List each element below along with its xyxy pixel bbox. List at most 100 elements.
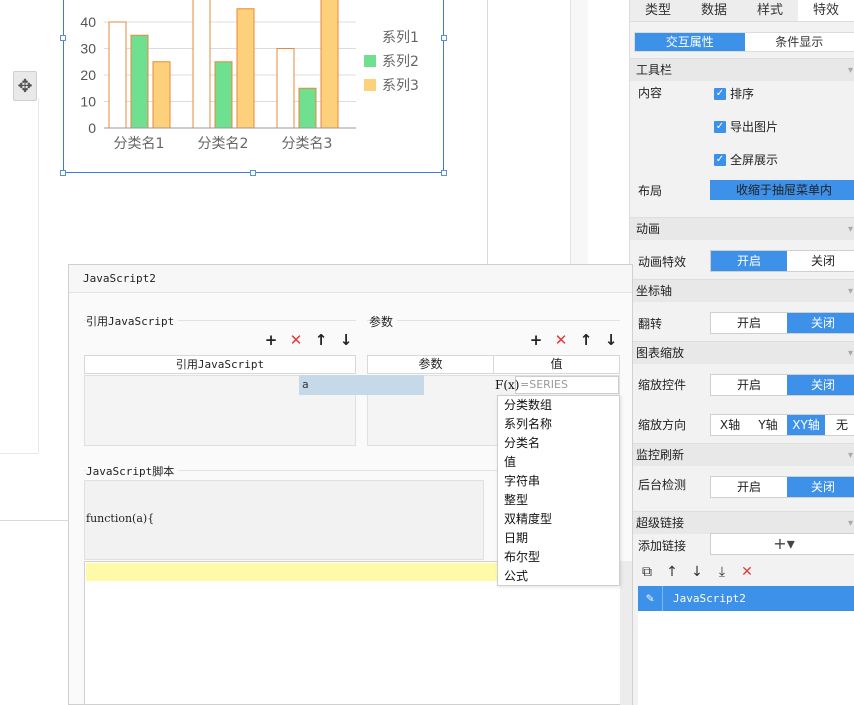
check-fullscreen[interactable]: ✓ 全屏展示 xyxy=(714,151,778,168)
ref-js-table-header: 引用JavaScript xyxy=(84,355,356,374)
animation-on-button[interactable]: 开启 xyxy=(711,251,787,271)
y-tick-label: 40 xyxy=(80,14,96,30)
move-bottom-icon[interactable]: ⤓ xyxy=(713,563,731,581)
zoom-dir-y[interactable]: Y轴 xyxy=(749,415,787,435)
collapse-caret-icon: ▾ xyxy=(847,348,853,359)
bar xyxy=(276,48,295,129)
ref-js-group-title: 引用JavaScript xyxy=(86,313,179,329)
value-type-option[interactable]: 整型 xyxy=(498,491,619,510)
zoom-dir-none[interactable]: 无 xyxy=(825,415,854,435)
formula-fx-icon[interactable]: F(x) xyxy=(495,378,519,392)
section-axis[interactable]: 坐标轴 ▾ xyxy=(630,279,854,302)
flip-off-button[interactable]: 关闭 xyxy=(787,313,854,333)
bg-check-off-button[interactable]: 关闭 xyxy=(787,477,854,497)
section-title: 图表缩放 xyxy=(636,346,685,360)
param-row-name[interactable]: a xyxy=(299,375,424,395)
add-link-button[interactable]: +▾ xyxy=(710,533,854,555)
flip-on-button[interactable]: 开启 xyxy=(711,313,787,333)
move-down-icon[interactable]: ↓ xyxy=(688,563,706,581)
value-type-option[interactable]: 双精度型 xyxy=(498,510,619,529)
check-export-image[interactable]: ✓ 导出图片 xyxy=(714,118,778,135)
move-handle-icon[interactable]: ✥ xyxy=(13,71,37,101)
add-icon[interactable]: + xyxy=(528,331,544,349)
zoom-dir-x[interactable]: X轴 xyxy=(711,415,749,435)
dialog-title: JavaScript2 xyxy=(69,265,632,293)
value-type-option[interactable]: 日期 xyxy=(498,529,619,548)
move-up-icon[interactable]: ↑ xyxy=(663,563,681,581)
function-signature: function(a){ xyxy=(86,512,155,525)
check-sort[interactable]: ✓ 排序 xyxy=(714,85,754,102)
bar xyxy=(108,21,127,129)
subtab-condition[interactable]: 条件显示 xyxy=(744,33,854,51)
section-title: 坐标轴 xyxy=(636,284,673,298)
zoom-on-button[interactable]: 开启 xyxy=(711,375,787,395)
canvas-guide-line xyxy=(38,98,39,453)
move-down-icon[interactable]: ↓ xyxy=(603,331,619,349)
zoom-off-button[interactable]: 关闭 xyxy=(787,375,854,395)
resize-handle[interactable] xyxy=(60,35,66,41)
value-type-dropdown: 分类数组 系列名称 分类名值字符串 整型 双精度型 日期 布尔型 公式 xyxy=(497,395,620,586)
effects-subtabs: 交互属性 条件显示 xyxy=(634,32,854,52)
tab-style[interactable]: 样式 xyxy=(742,0,798,21)
legend-swatch xyxy=(364,55,376,67)
move-down-icon[interactable]: ↓ xyxy=(338,331,354,349)
param-value-cell[interactable]: F(x) =SERIES xyxy=(495,375,619,395)
param-value-input[interactable]: =SERIES xyxy=(515,376,619,394)
copy-icon[interactable]: ⧉ xyxy=(638,563,656,581)
editor-scrollbar[interactable] xyxy=(620,561,632,705)
delete-icon[interactable]: ✕ xyxy=(738,563,756,581)
move-up-icon[interactable]: ↑ xyxy=(578,331,594,349)
tab-data[interactable]: 数据 xyxy=(686,0,742,21)
content-label: 内容 xyxy=(638,86,663,100)
animation-off-button[interactable]: 关闭 xyxy=(787,251,854,271)
resize-handle[interactable] xyxy=(60,170,66,176)
value-type-option[interactable]: 值 xyxy=(498,453,619,472)
flip-label: 翻转 xyxy=(638,317,663,331)
link-list-item[interactable]: ✎ JavaScript2 xyxy=(638,586,854,611)
y-tick-label: 30 xyxy=(80,41,96,57)
move-up-icon[interactable]: ↑ xyxy=(313,331,329,349)
zoom-dir-xy[interactable]: XY轴 xyxy=(787,415,825,435)
link-list: ✎ JavaScript2 xyxy=(638,586,854,705)
value-type-option[interactable]: 字符串 xyxy=(498,472,619,491)
add-icon[interactable]: + xyxy=(263,331,279,349)
value-type-option[interactable]: 系列名称 xyxy=(498,415,619,434)
y-tick-label: 20 xyxy=(80,67,96,83)
canvas-guide-line xyxy=(487,0,488,265)
value-type-option[interactable]: 分类名 xyxy=(498,434,619,453)
section-animation[interactable]: 动画 ▾ xyxy=(630,217,854,240)
bar xyxy=(214,61,233,129)
chart-widget[interactable]: 0 10 20 30 40 分类名1 分类名2 分类名3 系列1 系列2 系列3 xyxy=(63,0,444,173)
collapse-caret-icon: ▾ xyxy=(847,518,853,529)
edit-pencil-icon[interactable]: ✎ xyxy=(638,586,663,611)
value-type-option[interactable]: 布尔型 xyxy=(498,548,619,567)
section-monitor-refresh[interactable]: 监控刷新 ▾ xyxy=(630,443,854,466)
editor-current-line[interactable] xyxy=(86,563,497,581)
section-hyperlink[interactable]: 超级链接 ▾ xyxy=(630,511,854,534)
value-type-option[interactable]: 公式 xyxy=(498,567,619,586)
bg-check-on-button[interactable]: 开启 xyxy=(711,477,787,497)
resize-handle[interactable] xyxy=(441,170,447,176)
section-chart-zoom[interactable]: 图表缩放 ▾ xyxy=(630,341,854,364)
canvas-guide-line xyxy=(0,453,38,454)
subtab-interaction[interactable]: 交互属性 xyxy=(635,33,745,51)
delete-icon[interactable]: ✕ xyxy=(553,331,569,349)
value-type-option[interactable]: 分类数组 xyxy=(498,396,619,415)
tab-type[interactable]: 类型 xyxy=(630,0,686,21)
link-item-label: JavaScript2 xyxy=(673,592,746,605)
resize-handle[interactable] xyxy=(441,35,447,41)
delete-icon[interactable]: ✕ xyxy=(288,331,304,349)
zoom-direction-toggle: X轴 Y轴 XY轴 无 xyxy=(710,414,854,436)
layout-select[interactable]: 收缩于抽屉菜单内 xyxy=(710,180,854,200)
section-title: 动画 xyxy=(636,222,661,236)
resize-handle[interactable] xyxy=(250,170,256,176)
animation-toggle: 开启 关闭 xyxy=(710,250,854,272)
x-tick-label: 分类名3 xyxy=(282,136,333,152)
link-toolbar: ⧉ ↑ ↓ ⤓ ✕ xyxy=(638,563,756,581)
canvas-guide-line xyxy=(0,520,70,521)
section-toolbar[interactable]: 工具栏 ▾ xyxy=(630,58,854,81)
check-label: 排序 xyxy=(730,87,755,101)
tab-effects[interactable]: 特效 xyxy=(798,0,854,21)
legend-swatch xyxy=(364,79,376,91)
bar xyxy=(298,87,317,129)
